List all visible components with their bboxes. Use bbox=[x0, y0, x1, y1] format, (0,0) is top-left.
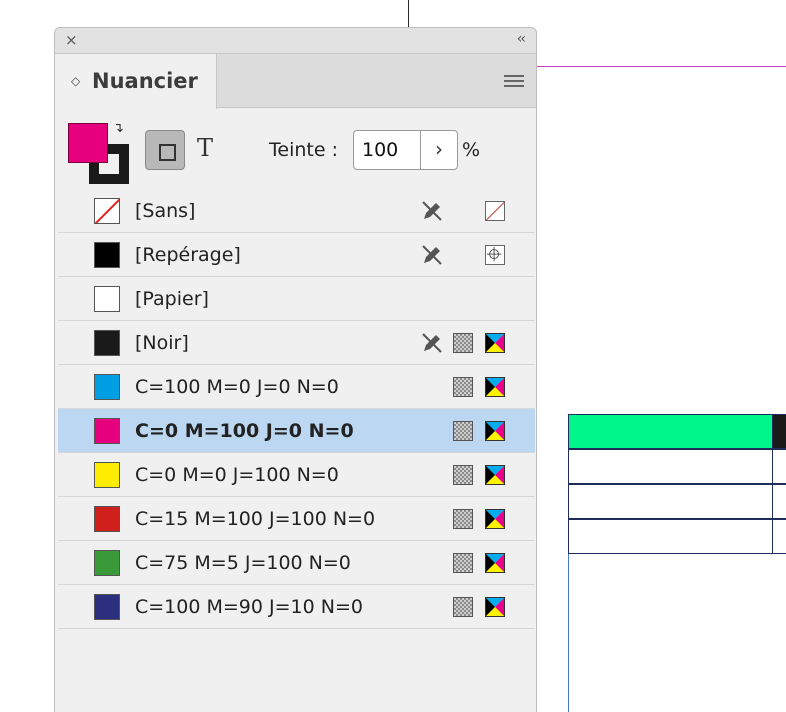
margin-guide bbox=[536, 66, 786, 67]
swatch-chip bbox=[94, 374, 120, 400]
swatch-name: [Noir] bbox=[135, 332, 189, 354]
swatch-chip bbox=[94, 594, 120, 620]
swap-fill-stroke-icon[interactable]: ↴ bbox=[113, 122, 124, 136]
swatch-name: C=100 M=90 J=10 N=0 bbox=[135, 596, 363, 618]
swatch-chip bbox=[94, 242, 120, 268]
swatch-row-green[interactable]: C=75 M=5 J=100 N=0 bbox=[58, 541, 535, 585]
locked-edit-icon bbox=[422, 245, 442, 265]
format-container-button[interactable] bbox=[145, 130, 185, 170]
format-text-button[interactable]: T bbox=[197, 134, 213, 162]
document-table[interactable] bbox=[568, 414, 786, 554]
cmyk-icon bbox=[485, 421, 505, 441]
process-color-icon bbox=[453, 597, 473, 617]
process-color-icon bbox=[453, 509, 473, 529]
document-guide-line bbox=[408, 0, 409, 27]
swatch-row-reperage[interactable]: [Repérage] bbox=[58, 233, 535, 277]
cmyk-icon bbox=[485, 553, 505, 573]
swatch-chip bbox=[94, 506, 120, 532]
swatch-chip bbox=[94, 198, 120, 224]
column-guide bbox=[568, 553, 569, 712]
panel-titlebar: × ‹‹ bbox=[55, 28, 536, 54]
swatches-panel: × ‹‹ ◇ Nuancier ↴ T Teinte : 100 › % [Sa… bbox=[54, 27, 537, 712]
tint-label: Teinte : bbox=[269, 139, 338, 161]
table-header-cell[interactable] bbox=[568, 414, 773, 449]
table-cell[interactable] bbox=[568, 484, 773, 519]
swatch-row-noir[interactable]: [Noir] bbox=[58, 321, 535, 365]
collapse-icon[interactable]: ‹‹ bbox=[517, 31, 526, 47]
swatch-row-magenta[interactable]: C=0 M=100 J=0 N=0 bbox=[58, 409, 535, 453]
table-cell[interactable] bbox=[772, 519, 786, 554]
fill-swatch[interactable] bbox=[68, 123, 108, 163]
swatch-row-cyan[interactable]: C=100 M=0 J=0 N=0 bbox=[58, 365, 535, 409]
swatch-chip bbox=[94, 286, 120, 312]
locked-edit-icon bbox=[422, 201, 442, 221]
tint-unit: % bbox=[462, 139, 481, 161]
cmyk-icon bbox=[485, 597, 505, 617]
process-color-icon bbox=[453, 553, 473, 573]
panel-menu-icon[interactable] bbox=[504, 75, 524, 87]
process-color-icon bbox=[453, 465, 473, 485]
tint-stepper-button[interactable]: › bbox=[420, 130, 458, 170]
panel-tab-row: ◇ Nuancier bbox=[55, 54, 536, 109]
cmyk-icon bbox=[485, 377, 505, 397]
swatch-name: C=0 M=0 J=100 N=0 bbox=[135, 464, 339, 486]
swatch-name: [Repérage] bbox=[135, 244, 241, 266]
process-color-icon bbox=[453, 333, 473, 353]
swatch-name: C=15 M=100 J=100 N=0 bbox=[135, 508, 376, 530]
process-color-icon bbox=[453, 421, 473, 441]
swatch-name: C=75 M=5 J=100 N=0 bbox=[135, 552, 351, 574]
table-cell[interactable] bbox=[568, 519, 773, 554]
table-cell[interactable] bbox=[772, 449, 786, 484]
swatch-chip bbox=[94, 462, 120, 488]
swatch-row-blue[interactable]: C=100 M=90 J=10 N=0 bbox=[58, 585, 535, 629]
swatch-row-yellow[interactable]: C=0 M=0 J=100 N=0 bbox=[58, 453, 535, 497]
swatch-name: C=100 M=0 J=0 N=0 bbox=[135, 376, 339, 398]
swatch-row-red[interactable]: C=15 M=100 J=100 N=0 bbox=[58, 497, 535, 541]
panel-title: Nuancier bbox=[92, 69, 198, 93]
tab-nuancier[interactable]: ◇ Nuancier bbox=[55, 54, 217, 109]
table-header-cell[interactable] bbox=[772, 414, 786, 449]
process-color-icon bbox=[453, 377, 473, 397]
none-swatch-icon bbox=[485, 201, 505, 221]
table-cell[interactable] bbox=[772, 484, 786, 519]
expand-collapse-icon[interactable]: ◇ bbox=[71, 72, 80, 90]
swatch-row-papier[interactable]: [Papier] bbox=[58, 277, 535, 321]
cmyk-icon bbox=[485, 465, 505, 485]
cmyk-icon bbox=[485, 509, 505, 529]
swatch-row-sans[interactable]: [Sans] bbox=[58, 189, 535, 233]
swatch-chip bbox=[94, 550, 120, 576]
swatch-chip bbox=[94, 330, 120, 356]
locked-edit-icon bbox=[422, 333, 442, 353]
cmyk-icon bbox=[485, 333, 505, 353]
swatch-name: [Papier] bbox=[135, 288, 209, 310]
swatch-chip bbox=[94, 418, 120, 444]
registration-icon bbox=[485, 245, 505, 265]
table-cell[interactable] bbox=[568, 449, 773, 484]
tint-input[interactable]: 100 bbox=[353, 130, 421, 170]
close-icon[interactable]: × bbox=[65, 32, 78, 48]
swatch-name: C=0 M=100 J=0 N=0 bbox=[135, 420, 354, 442]
swatch-name: [Sans] bbox=[135, 200, 196, 222]
